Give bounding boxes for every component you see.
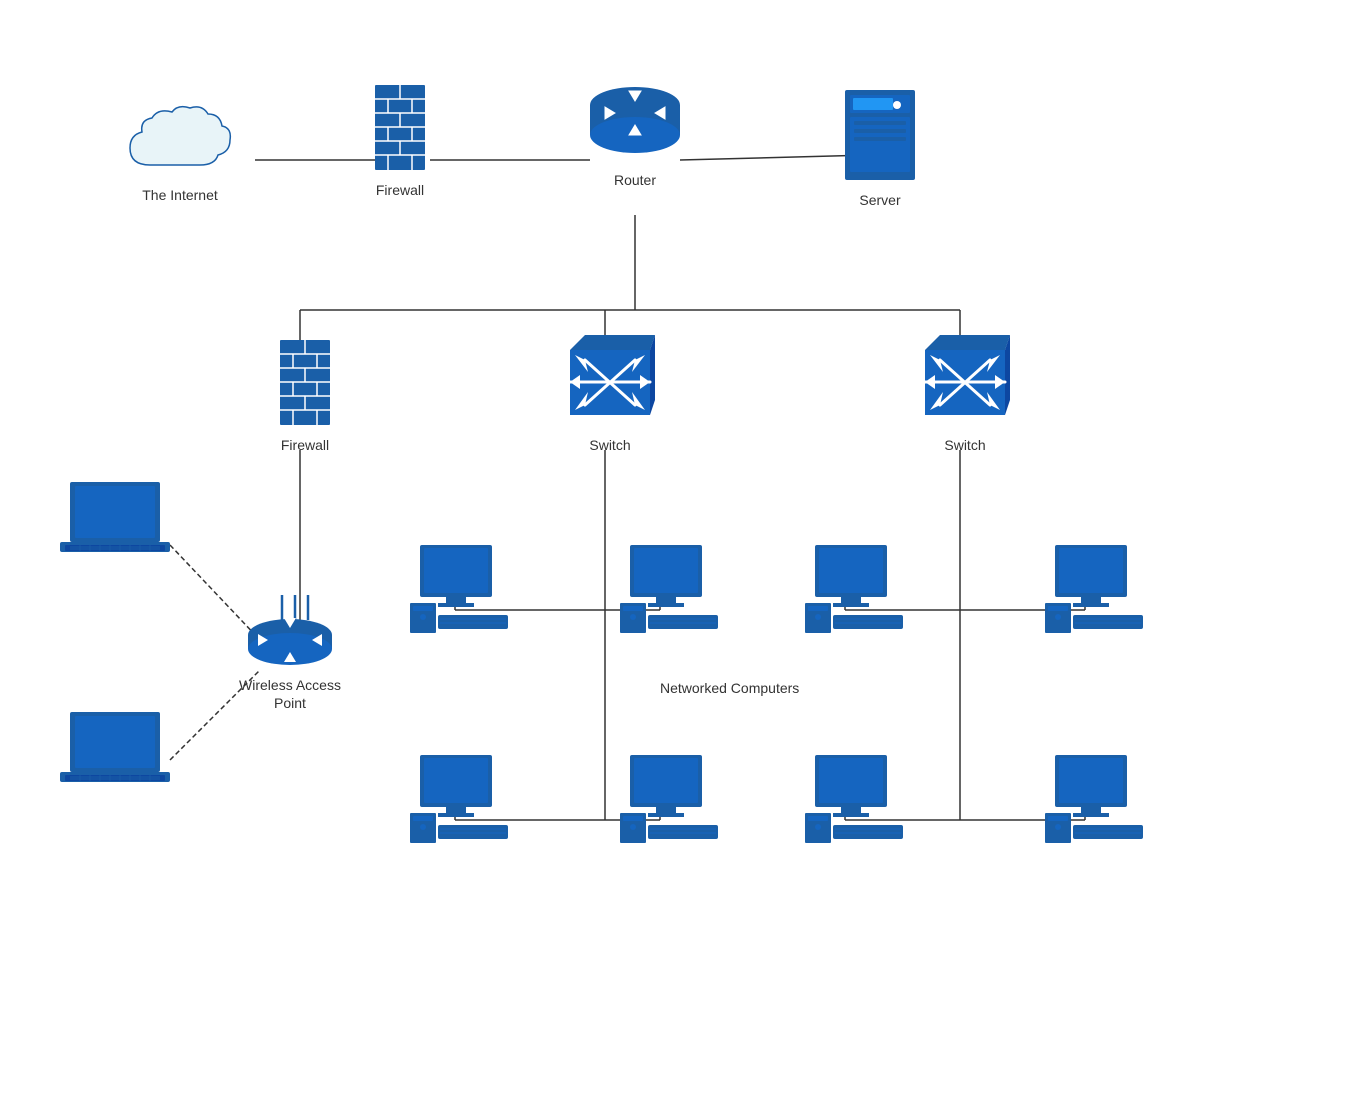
network-diagram: The Internet Firewall	[0, 0, 1360, 1120]
switch-right-node: Switch	[905, 330, 1025, 454]
pc-right-bot-right	[1040, 755, 1150, 845]
pc-icon	[1045, 755, 1145, 845]
pc-right-top-left	[800, 545, 910, 635]
firewall-top-node: Firewall	[360, 85, 440, 199]
pc-icon	[805, 545, 905, 635]
laptop1-node	[50, 480, 180, 565]
switch-mid-label: Switch	[589, 436, 630, 454]
firewall-mid-icon	[275, 340, 335, 430]
pc-icon	[620, 755, 720, 845]
router-icon	[585, 85, 685, 165]
pc-mid-top-right	[615, 545, 725, 635]
switch-mid-node: Switch	[550, 330, 670, 454]
server-label: Server	[859, 191, 900, 209]
switch-right-icon	[915, 330, 1015, 430]
switch-mid-icon	[560, 330, 660, 430]
server-node: Server	[830, 85, 930, 209]
pc-mid-bot-left	[405, 755, 515, 845]
firewall-top-label: Firewall	[376, 181, 424, 199]
pc-right-top-right	[1040, 545, 1150, 635]
wap-icon	[240, 590, 340, 670]
pc-mid-top-left	[405, 545, 515, 635]
switch-right-label: Switch	[944, 436, 985, 454]
laptop2-icon	[55, 710, 175, 795]
wap-label: Wireless AccessPoint	[239, 676, 341, 712]
pc-icon	[410, 755, 510, 845]
cloud-icon	[120, 100, 240, 180]
laptop2-node	[50, 710, 180, 795]
pc-right-bot-left	[800, 755, 910, 845]
pc-icon	[805, 755, 905, 845]
server-icon	[840, 85, 920, 185]
firewall-mid-label: Firewall	[281, 436, 329, 454]
pc-mid-bot-right	[615, 755, 725, 845]
internet-label: The Internet	[142, 186, 218, 204]
internet-node: The Internet	[100, 100, 260, 204]
firewall-mid-node: Firewall	[265, 340, 345, 454]
networked-computers-label: Networked Computers	[660, 680, 799, 696]
wap-node: Wireless AccessPoint	[230, 590, 350, 712]
pc-icon	[620, 545, 720, 635]
laptop1-icon	[55, 480, 175, 565]
pc-icon	[1045, 545, 1145, 635]
router-label: Router	[614, 171, 656, 189]
firewall-top-icon	[370, 85, 430, 175]
pc-icon	[410, 545, 510, 635]
router-node: Router	[575, 85, 695, 189]
